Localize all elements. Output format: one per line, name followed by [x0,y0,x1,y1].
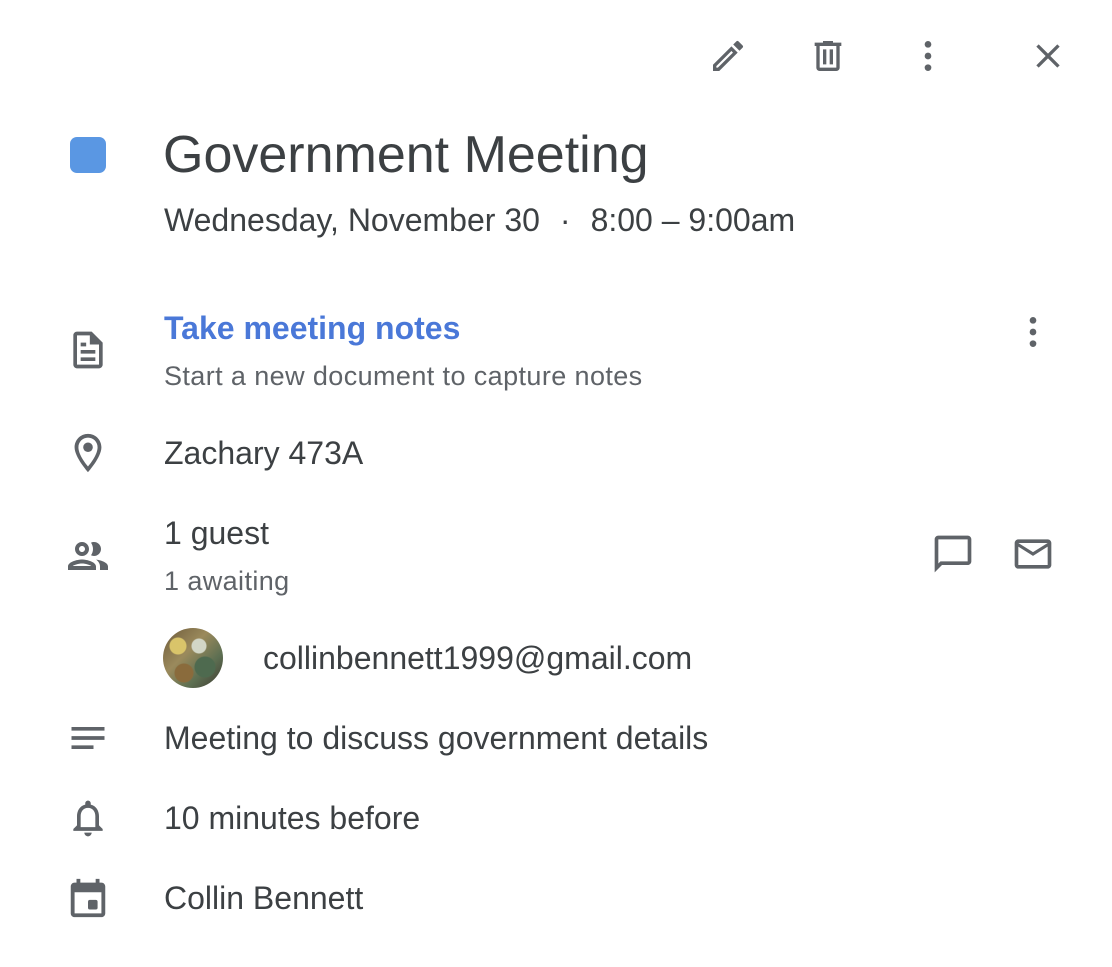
guest-status: 1 awaiting [164,566,290,596]
people-icon [58,526,118,586]
location-pin-icon [58,423,118,483]
guest-email[interactable]: collinbennett1999@gmail.com [263,638,692,678]
trash-icon [808,36,848,76]
event-description: Meeting to discuss government details [164,720,709,756]
chat-bubble-icon [931,532,975,576]
event-reminder: 10 minutes before [164,800,421,836]
more-vert-icon [908,36,948,76]
calendar-owner: Collin Bennett [164,880,364,916]
description-icon [58,708,118,768]
guest-count: 1 guest [164,515,269,551]
event-location: Zachary 473A [164,435,364,471]
close-icon [1028,36,1068,76]
delete-event-button[interactable] [796,24,860,88]
more-vert-icon [1013,312,1053,352]
notes-more-options-button[interactable] [1001,300,1065,364]
pencil-icon [708,36,748,76]
document-icon [58,320,118,380]
chat-guests-button[interactable] [921,522,985,586]
event-title: Government Meeting [163,126,649,184]
close-button[interactable] [1016,24,1080,88]
event-time: 8:00 – 9:00am [590,202,796,238]
bell-icon [58,788,118,848]
avatar[interactable] [163,628,223,688]
datetime-separator: · [559,202,571,238]
event-datetime: Wednesday, November 30 · 8:00 – 9:00am [164,200,795,240]
event-color-swatch [70,137,106,173]
event-date: Wednesday, November 30 [164,202,540,238]
take-meeting-notes-link[interactable]: Take meeting notes [164,308,460,348]
calendar-icon [58,868,118,928]
edit-event-button[interactable] [696,24,760,88]
mail-icon [1011,532,1055,576]
email-guests-button[interactable] [1001,522,1065,586]
meeting-notes-subtitle: Start a new document to capture notes [164,361,643,391]
more-options-button[interactable] [896,24,960,88]
